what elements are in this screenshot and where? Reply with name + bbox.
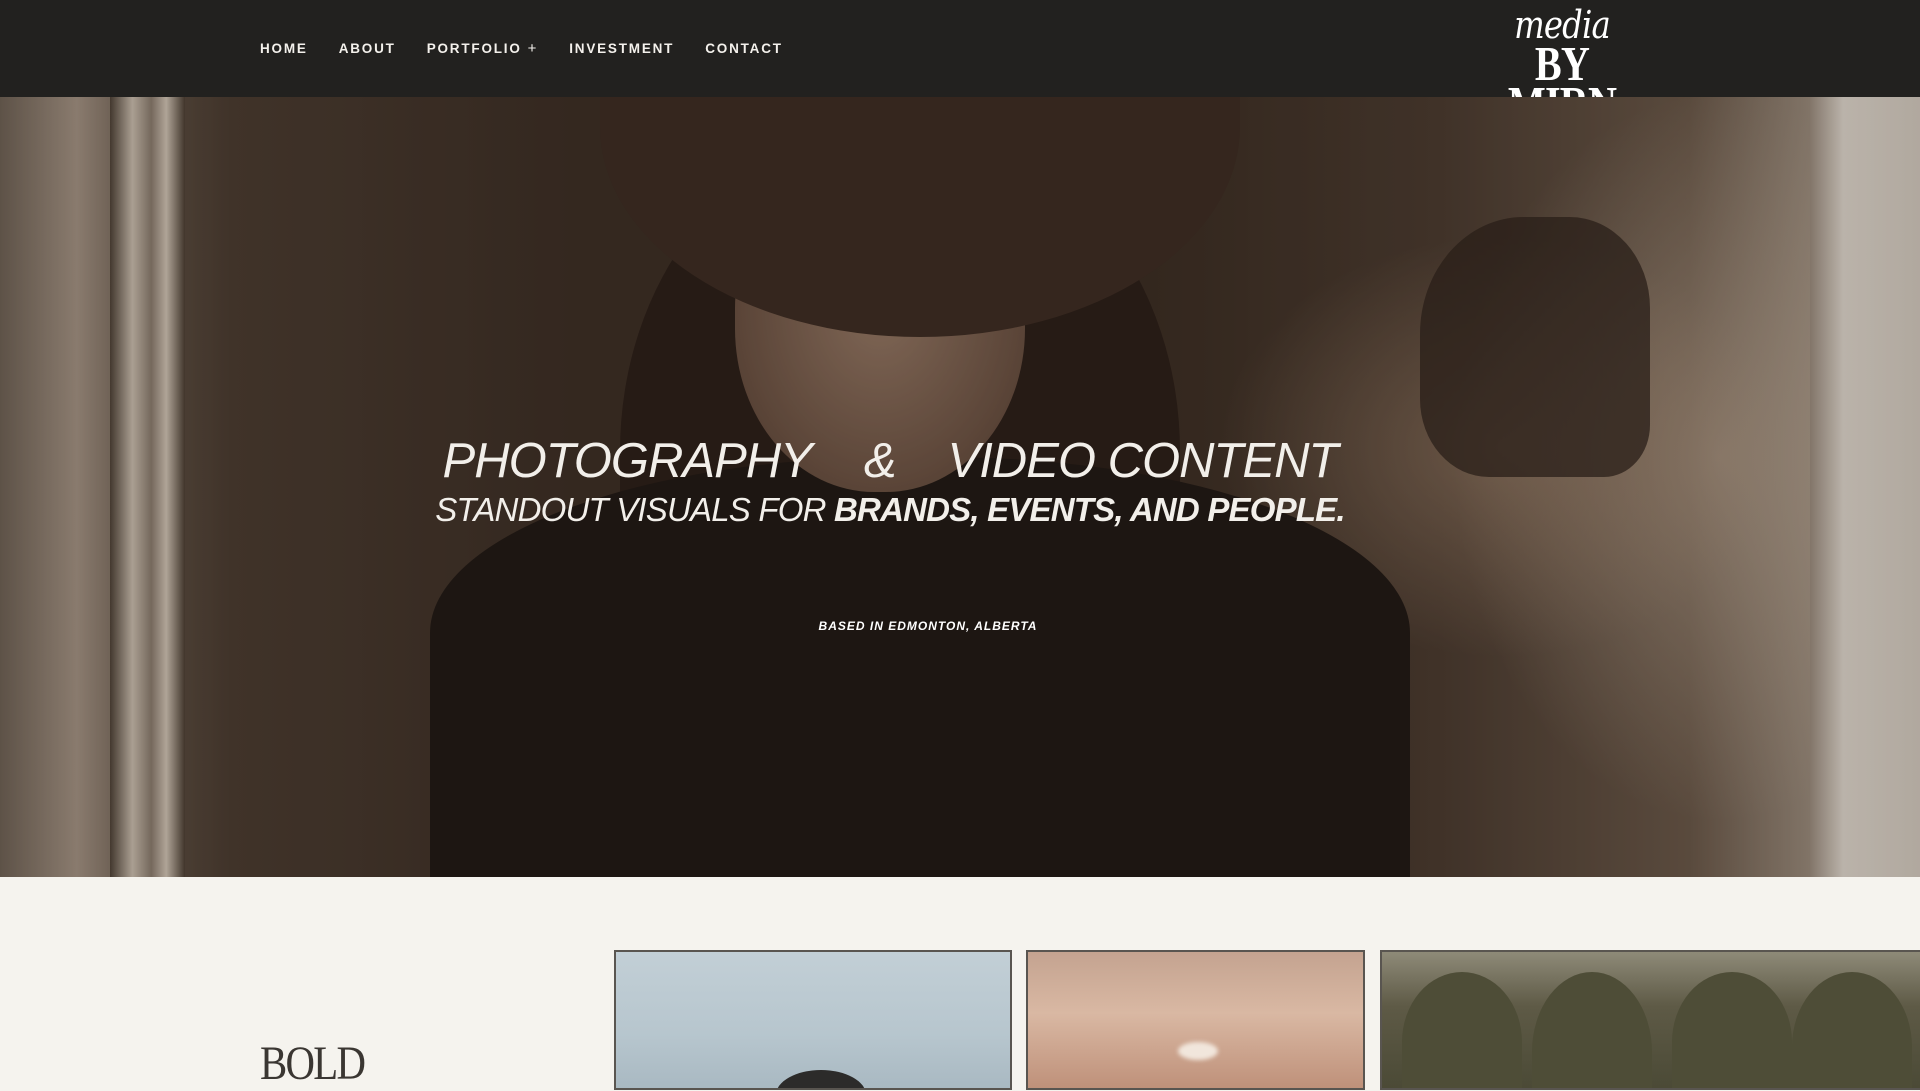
nav-link-home[interactable]: HOME [260,41,308,56]
nav-link-portfolio[interactable]: PORTFOLIO + [427,40,539,57]
portfolio-image-3[interactable] [1380,950,1920,1090]
hero-subtitle: STANDOUT VISUALS FOR BRANDS, EVENTS, AND… [360,493,1420,526]
hero-subtitle-bold: BRANDS, EVENTS, AND PEOPLE. [834,491,1346,528]
nav-links: HOME ABOUT PORTFOLIO + INVESTMENT CONTACT [260,0,814,97]
image-tree [1672,972,1792,1088]
hero-subtitle-lead: STANDOUT VISUALS FOR [435,491,835,528]
nav-link-investment[interactable]: INVESTMENT [569,41,674,56]
hero-location: BASED IN EDMONTON, ALBERTA [818,619,1038,633]
nav-link-contact[interactable]: CONTACT [705,41,783,56]
expand-plus-icon[interactable]: + [528,40,539,57]
hero-title-video: VIDEO CONTENT [947,434,1339,488]
section-heading: BOLD [260,1037,366,1090]
portfolio-image-1[interactable] [614,950,1012,1090]
portfolio-image-2[interactable] [1026,950,1365,1090]
image-tree [1402,972,1522,1088]
image-cloud [1178,1042,1218,1060]
site-logo[interactable]: media BY MIRN [1494,6,1630,128]
top-nav-bar: HOME ABOUT PORTFOLIO + INVESTMENT CONTACT… [0,0,1920,128]
nav-link-about[interactable]: ABOUT [339,41,396,56]
hero-title-ampersand: & [863,434,897,488]
hero-title-photography: PHOTOGRAPHY [442,434,813,488]
nav-link-portfolio-label: PORTFOLIO [426,41,522,56]
image-tree [1792,972,1912,1088]
image-tree [1532,972,1652,1088]
hero-title: PHOTOGRAPHY & VIDEO CONTENT [360,437,1420,486]
image-subject [776,1070,866,1088]
